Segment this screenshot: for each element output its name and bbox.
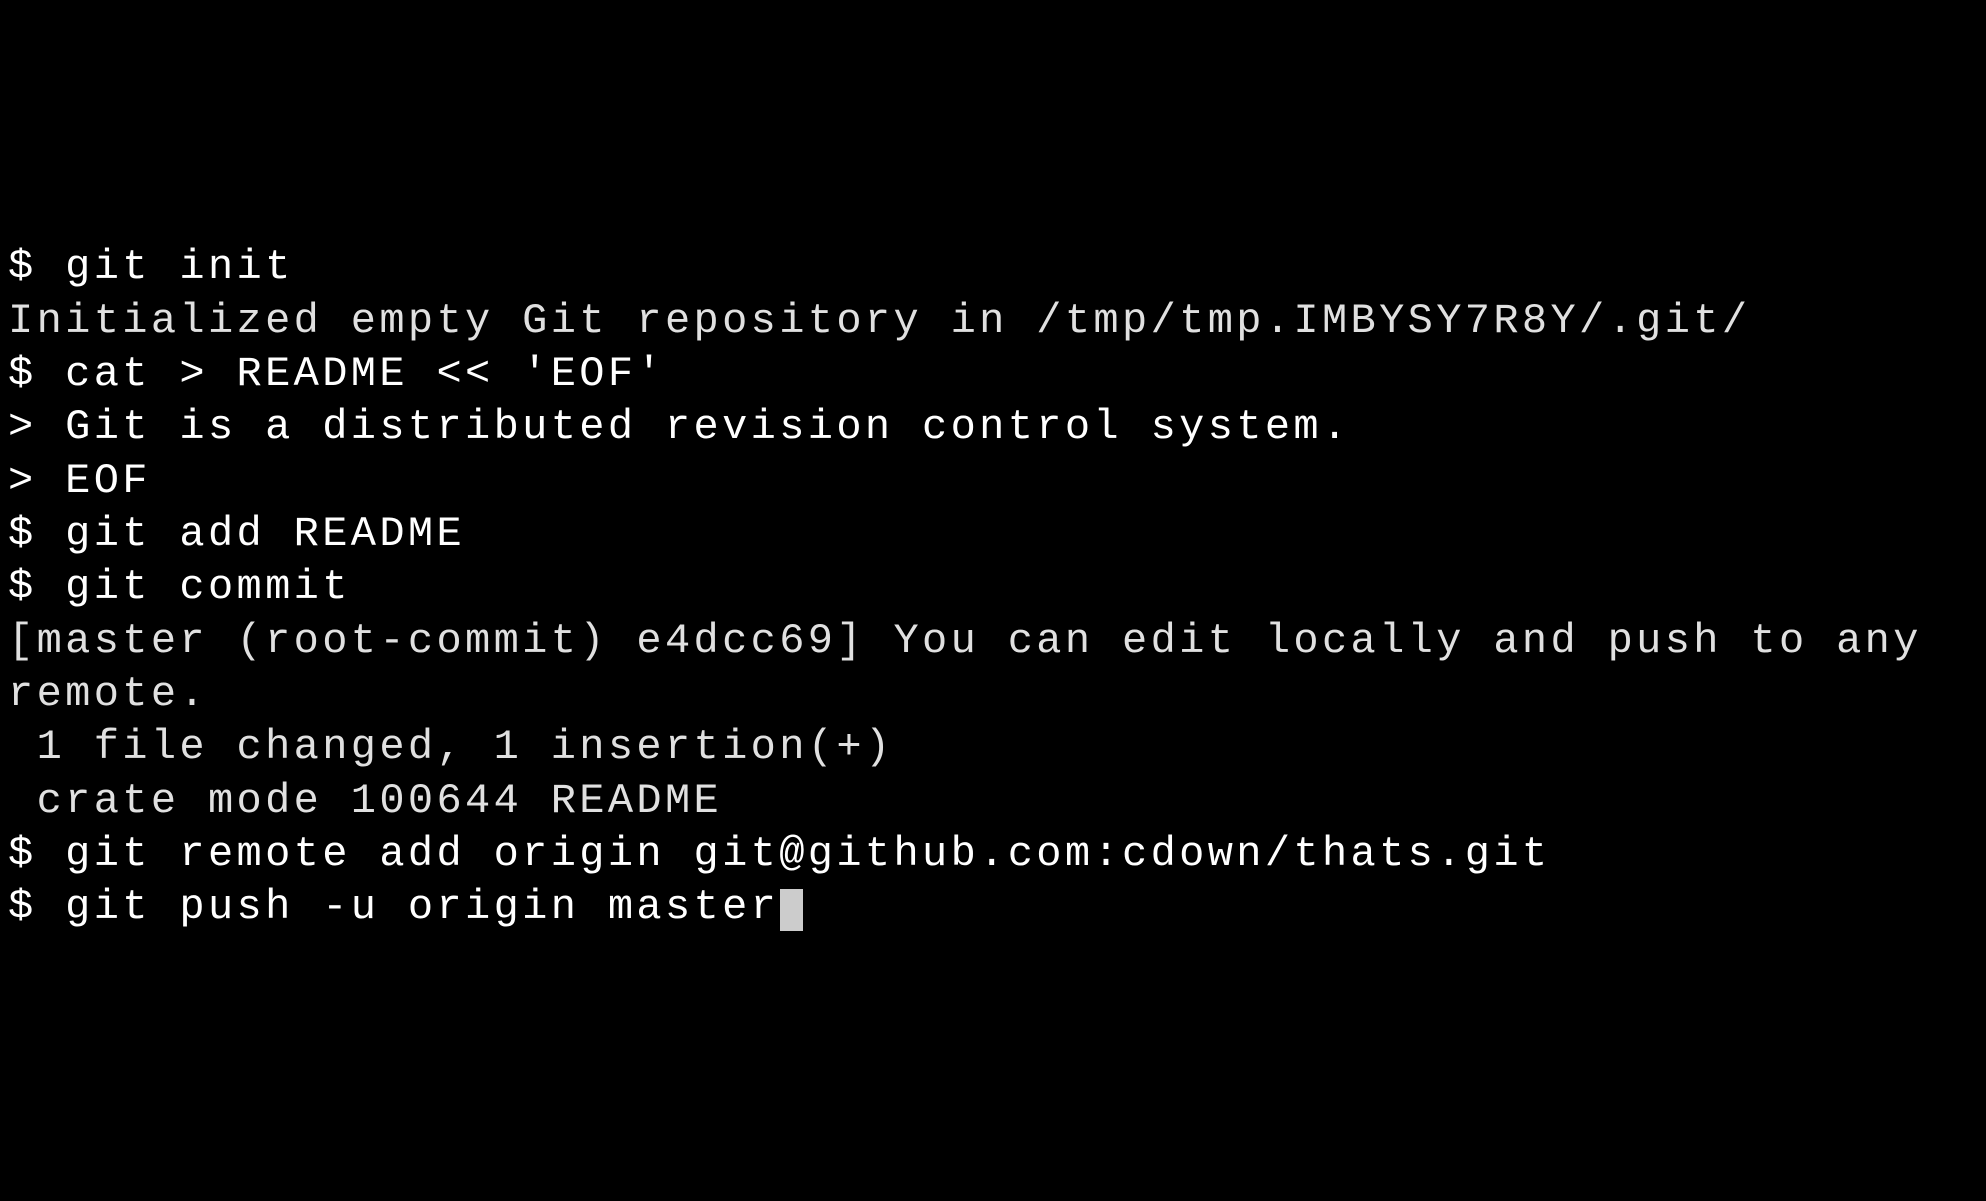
terminal-line-command: $ git commit — [8, 561, 1978, 614]
terminal-line-heredoc: > Git is a distributed revision control … — [8, 401, 1978, 454]
cursor-block-icon — [780, 889, 803, 931]
terminal-line-command: $ git remote add origin git@github.com:c… — [8, 828, 1978, 881]
terminal-line-output: crate mode 100644 README — [8, 775, 1978, 828]
terminal-line-command: $ cat > README << 'EOF' — [8, 348, 1978, 401]
terminal-line-command: $ git add README — [8, 508, 1978, 561]
current-command-text: $ git push -u origin master — [8, 883, 779, 931]
terminal-window[interactable]: $ git initInitialized empty Git reposito… — [8, 241, 1978, 934]
terminal-line-output: 1 file changed, 1 insertion(+) — [8, 721, 1978, 774]
terminal-line-output: [master (root-commit) e4dcc69] You can e… — [8, 615, 1978, 722]
terminal-line-command: $ git init — [8, 241, 1978, 294]
terminal-line-current-command[interactable]: $ git push -u origin master — [8, 881, 1978, 934]
terminal-line-heredoc: > EOF — [8, 455, 1978, 508]
terminal-line-output: Initialized empty Git repository in /tmp… — [8, 295, 1978, 348]
